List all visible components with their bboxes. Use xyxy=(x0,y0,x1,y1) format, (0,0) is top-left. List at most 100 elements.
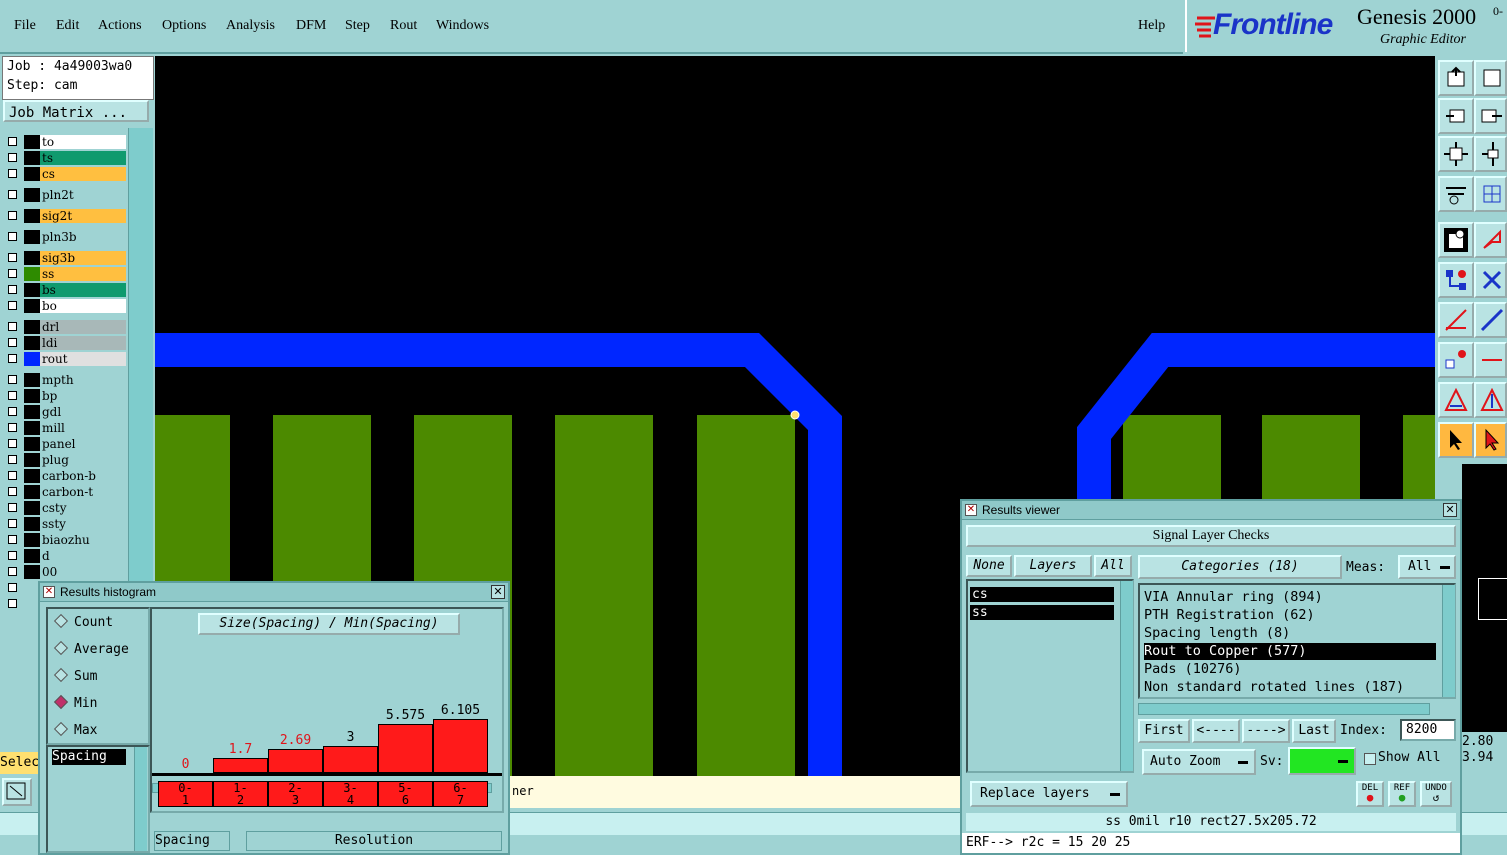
chart-title[interactable]: Size(Spacing) / Min(Spacing) xyxy=(198,613,460,635)
undo-button[interactable]: UNDO ↺ xyxy=(1420,781,1452,807)
triangle-alt-button[interactable] xyxy=(1474,382,1507,418)
histogram-bar[interactable] xyxy=(433,719,488,773)
pan-left-button[interactable] xyxy=(1438,98,1474,134)
category-item[interactable]: Spacing length (8) xyxy=(1144,625,1436,642)
results-layer-item[interactable]: cs xyxy=(970,587,1114,602)
layer-checkbox[interactable] xyxy=(8,455,17,464)
replace-layers-select[interactable]: Replace layers xyxy=(970,781,1128,807)
layer-row-gdl[interactable]: gdl xyxy=(6,405,126,419)
layer-row-bs[interactable]: bs xyxy=(6,283,126,297)
results-layer-item[interactable]: ss xyxy=(970,605,1114,620)
layer-row-bo[interactable]: bo xyxy=(6,299,126,313)
histogram-titlebar[interactable]: ✕ Results histogram ✕ xyxy=(40,583,508,602)
horizontal-line-button[interactable] xyxy=(1474,342,1507,378)
layer-checkbox[interactable] xyxy=(8,322,17,331)
sv-color-select[interactable] xyxy=(1288,747,1356,775)
window-menu-icon[interactable]: ✕ xyxy=(43,586,55,598)
window-menu-icon[interactable]: ✕ xyxy=(965,504,977,516)
signal-layer-checks-button[interactable]: Signal Layer Checks xyxy=(966,525,1456,547)
histogram-field-select[interactable]: Spacing xyxy=(154,831,230,851)
layer-row-ts[interactable]: ts xyxy=(6,151,126,165)
field-list-scrollbar[interactable] xyxy=(134,747,147,851)
menu-rout[interactable]: Rout xyxy=(390,18,417,34)
all-layers-button[interactable]: All xyxy=(1094,555,1132,577)
category-item[interactable]: Non standard rotated lines (187) xyxy=(1144,679,1436,696)
layer-row-to[interactable]: to xyxy=(6,135,126,149)
histogram-bin-label[interactable]: 2- 3 xyxy=(268,781,323,807)
close-icon[interactable]: ✕ xyxy=(1443,503,1457,517)
layer-checkbox[interactable] xyxy=(8,190,17,199)
categories-list[interactable]: VIA Annular ring (894) PTH Registration (… xyxy=(1138,583,1456,699)
histogram-bar[interactable] xyxy=(213,758,268,773)
layer-checkbox[interactable] xyxy=(8,551,17,560)
pad-tool-button[interactable] xyxy=(1438,342,1474,378)
histogram-bar[interactable] xyxy=(378,724,433,773)
snap-button[interactable] xyxy=(1438,222,1474,258)
categories-hscrollbar[interactable] xyxy=(1138,703,1430,715)
first-button[interactable]: First xyxy=(1138,719,1190,743)
none-button[interactable]: None xyxy=(966,555,1012,577)
categories-button[interactable]: Categories (18) xyxy=(1138,555,1342,579)
layer-checkbox[interactable] xyxy=(8,232,17,241)
layer-row-ldi[interactable]: ldi xyxy=(6,336,126,350)
histogram-bin-label[interactable]: 1- 2 xyxy=(213,781,268,807)
layer-checkbox[interactable] xyxy=(8,137,17,146)
menu-file[interactable]: File xyxy=(14,18,36,34)
layer-row-sig2t[interactable]: sig2t xyxy=(6,209,126,223)
layer-row-00[interactable]: 00 xyxy=(6,565,126,579)
prev-button[interactable]: <---- xyxy=(1192,719,1240,743)
layer-row-ssty[interactable]: ssty xyxy=(6,517,126,531)
select-pointer-button[interactable] xyxy=(1438,422,1474,458)
categories-scrollbar[interactable] xyxy=(1442,585,1455,697)
layer-checkbox[interactable] xyxy=(8,301,17,310)
layer-row-carbon-t[interactable]: carbon-t xyxy=(6,485,126,499)
layer-row-carbon-b[interactable]: carbon-b xyxy=(6,469,126,483)
resize-button[interactable] xyxy=(2,778,32,806)
close-icon[interactable]: ✕ xyxy=(491,585,505,599)
cross-button[interactable] xyxy=(1474,262,1507,298)
polygon-button[interactable] xyxy=(1474,222,1507,258)
menu-step[interactable]: Step xyxy=(345,18,370,34)
layer-checkbox[interactable] xyxy=(8,211,17,220)
line-angle-button[interactable] xyxy=(1438,302,1474,338)
mode-sum[interactable]: Sum xyxy=(53,667,97,684)
menu-actions[interactable]: Actions xyxy=(98,18,142,34)
layer-checkbox[interactable] xyxy=(8,354,17,363)
histogram-bar[interactable] xyxy=(323,746,378,773)
histogram-bin-label[interactable]: 6- 7 xyxy=(433,781,488,807)
layer-checkbox[interactable] xyxy=(8,169,17,178)
category-item[interactable]: Rout to Copper (577) xyxy=(1144,643,1436,660)
layer-row-csty[interactable]: csty xyxy=(6,501,126,515)
zoom-fit-button[interactable] xyxy=(1438,136,1474,172)
layer-row-drl[interactable]: drl xyxy=(6,320,126,334)
layer-checkbox[interactable] xyxy=(8,503,17,512)
select-pointer-alt-button[interactable] xyxy=(1474,422,1507,458)
layer-checkbox[interactable] xyxy=(8,407,17,416)
histogram-field-list[interactable]: Spacing xyxy=(46,745,150,853)
layer-row-mpth[interactable]: mpth xyxy=(6,373,126,387)
grid-button[interactable] xyxy=(1474,176,1507,212)
histogram-bin-label[interactable]: 3- 4 xyxy=(323,781,378,807)
layer-checkbox[interactable] xyxy=(8,519,17,528)
histogram-bin-label[interactable]: 5- 6 xyxy=(378,781,433,807)
pan-right-button[interactable] xyxy=(1474,98,1507,134)
triangle-button[interactable] xyxy=(1438,382,1474,418)
layer-row-rout[interactable]: rout xyxy=(6,352,126,366)
layer-checkbox[interactable] xyxy=(8,423,17,432)
layer-checkbox[interactable] xyxy=(8,153,17,162)
results-titlebar[interactable]: ✕ Results viewer ✕ xyxy=(962,501,1460,520)
layer-checkbox[interactable] xyxy=(8,599,17,608)
layer-row-mill[interactable]: mill xyxy=(6,421,126,435)
layer-row-biaozhu[interactable]: biaozhu xyxy=(6,533,126,547)
layer-checkbox[interactable] xyxy=(8,391,17,400)
measure-button[interactable] xyxy=(1438,176,1474,212)
zoom-in-button[interactable] xyxy=(1474,60,1507,96)
category-item[interactable]: PTH Registration (62) xyxy=(1144,607,1436,624)
histogram-bar[interactable] xyxy=(268,749,323,773)
category-item[interactable]: Pads (10276) xyxy=(1144,661,1436,678)
show-all-checkbox[interactable] xyxy=(1364,753,1376,765)
layer-row-plug[interactable]: plug xyxy=(6,453,126,467)
layer-row-panel[interactable]: panel xyxy=(6,437,126,451)
results-layer-list[interactable]: cs ss xyxy=(966,579,1134,773)
job-matrix-button[interactable]: Job Matrix ... xyxy=(3,100,149,122)
